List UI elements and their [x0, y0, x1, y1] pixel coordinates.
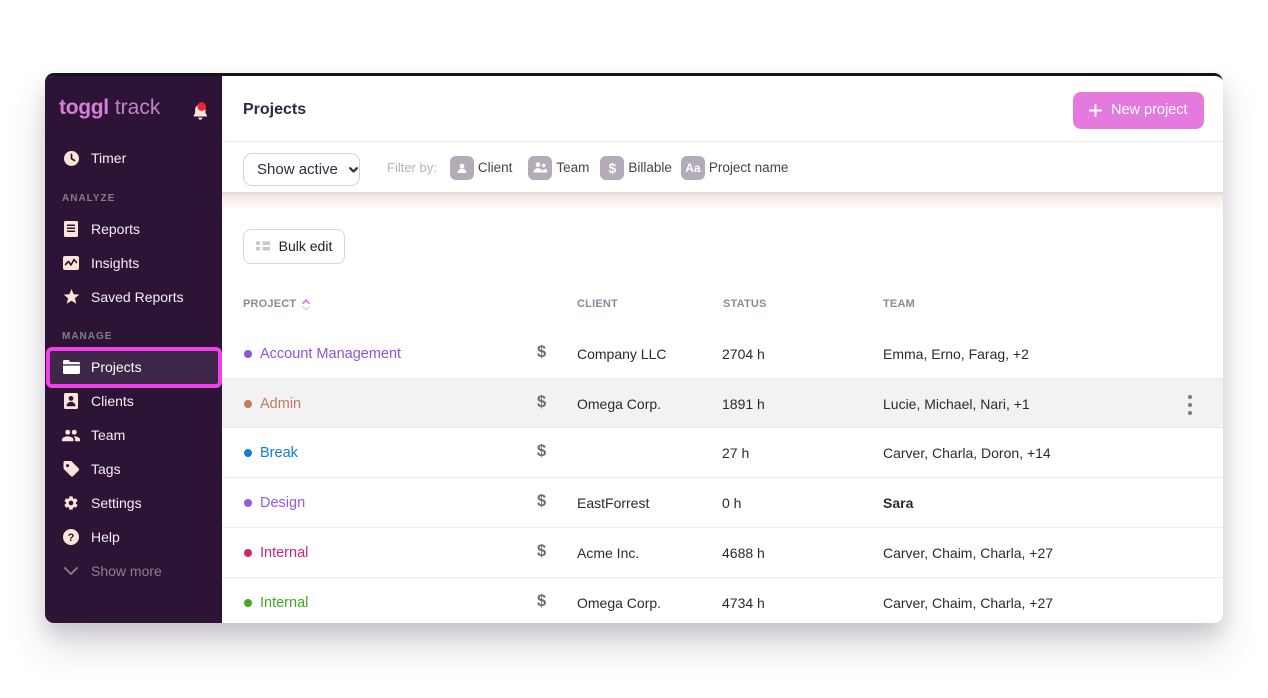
svg-text:?: ?	[68, 532, 75, 544]
